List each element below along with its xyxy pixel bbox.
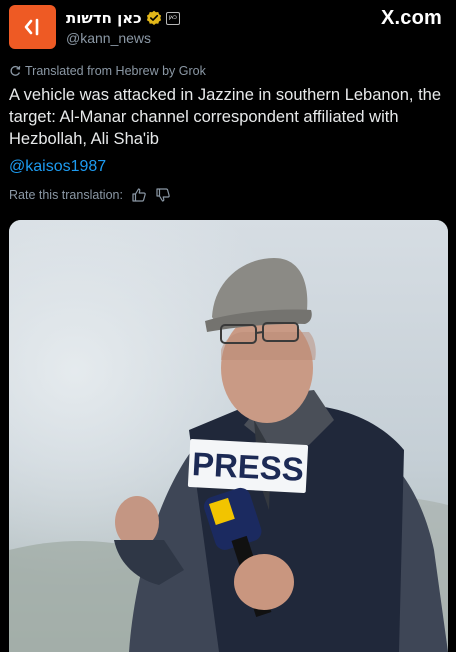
reporter-photo: PRESS xyxy=(9,220,448,652)
name-row: כאן חדשות כאן xyxy=(66,8,180,28)
tweet-text: A vehicle was attacked in Jazzine in sou… xyxy=(9,86,442,148)
kan-logo-icon xyxy=(24,18,38,36)
mention-link[interactable]: @kaisos1987 xyxy=(9,158,106,176)
display-name[interactable]: כאן חדשות xyxy=(66,9,142,27)
translation-label: Translated from Hebrew by Grok xyxy=(25,64,206,78)
rate-translation-row: Rate this translation: xyxy=(9,187,171,203)
verified-badge-icon xyxy=(146,10,161,25)
avatar[interactable] xyxy=(9,5,56,49)
org-badge: כאן xyxy=(165,11,180,25)
translation-notice: Translated from Hebrew by Grok xyxy=(9,64,206,78)
vest-press-label: PRESS xyxy=(191,445,305,488)
thumbs-up-icon[interactable] xyxy=(131,187,147,203)
thumbs-down-icon[interactable] xyxy=(155,187,171,203)
translate-icon xyxy=(10,65,21,76)
rate-label: Rate this translation: xyxy=(9,188,123,202)
site-logo: X.com xyxy=(380,7,442,29)
tweet-header: כאן חדשות כאן @kann_news X.com xyxy=(0,0,456,58)
tweet-photo[interactable]: PRESS xyxy=(9,220,448,652)
account-handle[interactable]: @kann_news xyxy=(66,30,151,46)
